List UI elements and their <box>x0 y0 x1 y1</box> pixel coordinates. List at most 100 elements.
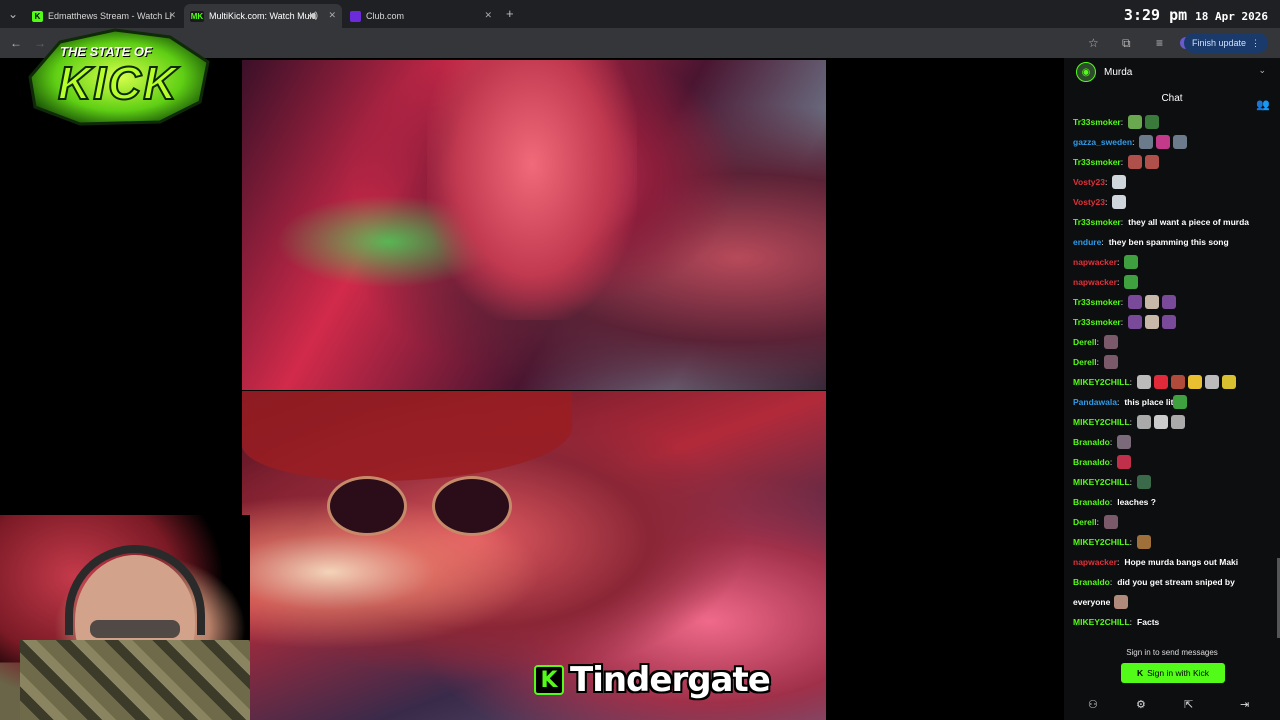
chat-separator: : <box>1109 457 1113 467</box>
clock-overlay: 3:29 pm 18 Apr 2026 <box>1124 6 1268 24</box>
emote-icon <box>1171 415 1186 429</box>
chat-username[interactable]: Branaldo <box>1073 577 1110 587</box>
emote-icon <box>1137 375 1152 389</box>
emote-icon <box>1154 415 1169 429</box>
chat-username[interactable]: Branaldo <box>1073 457 1110 467</box>
emote-icon <box>1128 155 1143 169</box>
chat-username[interactable]: napwacker <box>1073 277 1117 287</box>
chat-separator: : <box>1129 537 1133 547</box>
close-tab-icon[interactable]: ✕ <box>328 10 336 21</box>
chat-username[interactable]: Tr33smoker <box>1073 317 1121 327</box>
red-cap <box>242 391 572 481</box>
add-friend-icon[interactable]: ⚇ <box>1088 698 1098 711</box>
chat-username[interactable]: Pandawala <box>1073 397 1117 407</box>
chat-message: Tr33smoker: they all want a piece of murd… <box>1073 212 1280 232</box>
chat-title: Chat <box>1161 93 1183 104</box>
emote-icon <box>1124 275 1139 289</box>
chat-separator: : <box>1116 557 1120 567</box>
emote-icon <box>1114 595 1129 609</box>
tab-label: Club.com <box>366 11 405 21</box>
chat-separator: : <box>1129 377 1133 387</box>
chat-separator: : <box>1120 297 1124 307</box>
extensions-icon[interactable]: ⧉ <box>1122 36 1131 51</box>
caption-overlay: K Tindergate <box>534 660 771 700</box>
chat-username[interactable]: napwacker <box>1073 557 1117 567</box>
chat-message: MIKEY2CHILL: <box>1073 472 1280 492</box>
chat-username[interactable]: MIKEY2CHILL <box>1073 537 1130 547</box>
emote-icon <box>1104 355 1118 369</box>
logo-main-text: KICK <box>57 56 179 110</box>
emote-icon <box>1145 315 1160 329</box>
emote-icon <box>1104 515 1118 529</box>
club-favicon-icon <box>350 10 361 22</box>
sign-in-button[interactable]: K Sign in with Kick <box>1121 663 1225 683</box>
stream-video-top[interactable] <box>242 60 826 390</box>
emote-icon <box>1128 295 1143 309</box>
emote-icon <box>1117 455 1132 469</box>
emote-icon <box>1139 135 1154 149</box>
tab-label: Edmatthews Stream - Watch Li <box>48 11 172 21</box>
new-tab-icon[interactable]: + <box>506 6 514 21</box>
emote-icon <box>1154 375 1169 389</box>
tab-list-chevron-icon[interactable]: ⌄ <box>8 7 18 21</box>
finish-update-button[interactable]: Finish update ⋮ <box>1183 33 1268 53</box>
mute-tab-icon[interactable]: ◀) <box>308 10 318 21</box>
chat-message: everyone <box>1073 592 1280 612</box>
chat-separator: : <box>1096 357 1099 367</box>
chat-username[interactable]: everyone <box>1073 597 1110 607</box>
chat-text: leaches ? <box>1117 497 1156 507</box>
chat-text: they ben spamming this song <box>1108 237 1229 247</box>
chat-username[interactable]: Derell <box>1073 517 1097 527</box>
chat-username[interactable]: Branaldo <box>1073 497 1110 507</box>
close-tab-icon[interactable]: ✕ <box>484 10 492 21</box>
chat-username[interactable]: MIKEY2CHILL <box>1073 377 1130 387</box>
chat-username[interactable]: napwacker <box>1073 257 1117 267</box>
sign-in-hint: Sign in to send messages <box>1126 648 1218 657</box>
chat-message: Derell: <box>1073 332 1280 352</box>
chat-username[interactable]: Tr33smoker <box>1073 297 1121 307</box>
popout-icon[interactable]: ⇱ <box>1184 698 1193 711</box>
chat-message: Tr33smoker: <box>1073 312 1280 332</box>
chat-username[interactable]: endure <box>1073 237 1101 247</box>
streamer-webcam <box>0 515 250 720</box>
chat-title-bar: Chat 👥 <box>1064 86 1280 112</box>
chat-message: Branaldo: <box>1073 452 1280 472</box>
chat-separator: : <box>1120 217 1124 227</box>
chat-username[interactable]: Derell <box>1073 337 1097 347</box>
collapse-chat-icon[interactable]: ⇥ <box>1240 698 1249 711</box>
chat-username[interactable]: MIKEY2CHILL <box>1073 617 1130 627</box>
emote-icon <box>1137 535 1152 549</box>
chat-username[interactable]: MIKEY2CHILL <box>1073 477 1130 487</box>
chat-message: napwacker: <box>1073 272 1280 292</box>
caption-text: Tindergate <box>570 660 771 700</box>
chat-separator: : <box>1096 337 1099 347</box>
chevron-down-icon[interactable]: ⌄ <box>1258 65 1266 76</box>
chat-message: Tr33smoker: <box>1073 152 1280 172</box>
reading-list-icon[interactable]: ≡ <box>1156 36 1163 50</box>
tab-club[interactable]: Club.com ✕ <box>344 4 498 28</box>
chat-message: Derell: <box>1073 512 1280 532</box>
chat-username[interactable]: Tr33smoker <box>1073 157 1121 167</box>
channel-name: Murda <box>1104 66 1133 78</box>
emote-icon <box>1117 435 1132 449</box>
chat-message: Vosty23: <box>1073 192 1280 212</box>
settings-icon[interactable]: ⚙ <box>1136 698 1146 711</box>
emote-icon <box>1188 375 1203 389</box>
chat-username[interactable]: Tr33smoker <box>1073 117 1121 127</box>
chat-username[interactable]: MIKEY2CHILL <box>1073 417 1130 427</box>
chat-username[interactable]: Vosty23 <box>1073 177 1105 187</box>
chat-username[interactable]: Tr33smoker <box>1073 217 1121 227</box>
chat-username[interactable]: gazza_sweden <box>1073 137 1132 147</box>
chat-username[interactable]: Derell <box>1073 357 1097 367</box>
emote-icon <box>1145 155 1160 169</box>
chat-message: endure: they ben spamming this song <box>1073 232 1280 252</box>
bookmark-star-icon[interactable]: ☆ <box>1088 36 1099 50</box>
close-tab-icon[interactable]: ✕ <box>168 10 176 21</box>
chat-username[interactable]: Branaldo <box>1073 437 1110 447</box>
channel-header[interactable]: ◉ Murda ⌄ <box>1064 58 1280 86</box>
chat-separator: : <box>1129 477 1133 487</box>
kick-logo-icon: K <box>1136 668 1144 678</box>
chat-username[interactable]: Vosty23 <box>1073 197 1105 207</box>
chat-text: they all want a piece of murda <box>1128 217 1250 227</box>
tab-label: MultiKick.com: Watch Multi <box>209 11 317 21</box>
